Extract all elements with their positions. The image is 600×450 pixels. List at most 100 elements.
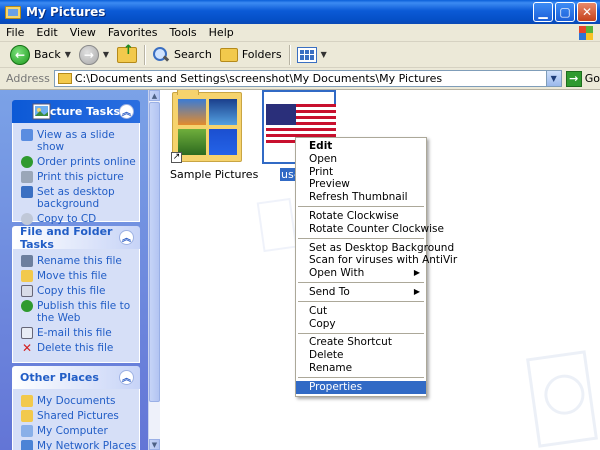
- menu-item-send-to[interactable]: Send To ▶: [296, 286, 426, 299]
- other-places-panel: Other Places ︽ My Documents Shared Pictu…: [12, 366, 140, 450]
- task-print-picture[interactable]: Print this picture: [21, 171, 139, 183]
- address-dropdown-icon[interactable]: ▼: [545, 71, 561, 86]
- menu-bar: File Edit View Favorites Tools Help: [0, 24, 600, 42]
- printer-icon: [21, 171, 33, 183]
- scroll-up-icon[interactable]: ▲: [149, 90, 160, 101]
- menu-tools[interactable]: Tools: [164, 26, 203, 39]
- address-path: C:\Documents and Settings\screenshot\My …: [74, 72, 443, 85]
- task-email-file[interactable]: E-mail this file: [21, 327, 139, 339]
- task-rename-file[interactable]: Rename this file: [21, 255, 139, 267]
- forward-dropdown-icon[interactable]: ▼: [103, 50, 109, 59]
- menu-help[interactable]: Help: [203, 26, 240, 39]
- menu-item-refresh-thumbnail[interactable]: Refresh Thumbnail: [296, 191, 426, 204]
- views-button[interactable]: ▼: [293, 44, 331, 66]
- back-button[interactable]: ← Back ▼: [6, 44, 75, 66]
- address-label: Address: [6, 72, 50, 85]
- close-button[interactable]: ✕: [577, 2, 597, 22]
- watermark-decoration: [526, 350, 598, 448]
- task-view-slideshow[interactable]: View as a slide show: [21, 129, 139, 153]
- menu-item-set-desktop-background[interactable]: Set as Desktop Background: [296, 242, 454, 255]
- go-arrow-icon: →: [565, 70, 582, 87]
- task-pane-scrollbar[interactable]: ▲ ▼: [148, 90, 160, 450]
- task-order-prints[interactable]: Order prints online: [21, 156, 139, 168]
- folder-up-icon: [117, 43, 138, 63]
- thumbnail-frame: ↗: [170, 90, 244, 164]
- task-delete-file[interactable]: ✕ Delete this file: [21, 342, 139, 354]
- menu-item-copy[interactable]: Copy: [296, 318, 426, 331]
- maximize-button[interactable]: ▢: [555, 2, 575, 22]
- task-publish-file[interactable]: Publish this file to the Web: [21, 300, 139, 324]
- back-arrow-icon: ←: [10, 44, 30, 65]
- rename-icon: [21, 255, 33, 267]
- place-my-computer[interactable]: My Computer: [21, 425, 139, 437]
- place-my-documents[interactable]: My Documents: [21, 395, 139, 407]
- menu-item-properties[interactable]: Properties: [296, 380, 426, 394]
- picture-tasks-panel: Picture Tasks ︽ View as a slide show Ord…: [12, 100, 140, 225]
- copy-icon: [21, 285, 33, 297]
- up-folder-button[interactable]: [113, 43, 141, 66]
- menu-item-delete[interactable]: Delete: [296, 349, 426, 362]
- globe-icon: [21, 300, 33, 312]
- collapse-chevron-icon[interactable]: ︽: [119, 104, 134, 119]
- computer-icon: [21, 425, 33, 437]
- move-icon: [21, 270, 33, 282]
- folders-button[interactable]: Folders: [216, 44, 286, 66]
- picture-tasks-header[interactable]: Picture Tasks ︽: [12, 100, 140, 123]
- slideshow-icon: [21, 129, 33, 141]
- views-dropdown-icon[interactable]: ▼: [321, 50, 327, 59]
- menu-separator: [298, 282, 424, 284]
- go-button[interactable]: → Go: [565, 70, 600, 87]
- search-label: Search: [174, 48, 212, 61]
- menu-item-open-with[interactable]: Open With ▶: [296, 267, 426, 280]
- menu-separator: [298, 377, 424, 379]
- shortcut-arrow-icon: ↗: [171, 152, 182, 163]
- scroll-down-icon[interactable]: ▼: [149, 439, 160, 450]
- place-shared-pictures[interactable]: Shared Pictures: [21, 410, 139, 422]
- menu-favorites[interactable]: Favorites: [102, 26, 164, 39]
- title-bar[interactable]: My Pictures ▁ ▢ ✕: [0, 0, 600, 24]
- file-item-sample-pictures[interactable]: ↗ Sample Pictures: [170, 90, 258, 181]
- windows-logo-icon: [578, 25, 594, 41]
- collapse-chevron-icon[interactable]: ︽: [119, 230, 134, 245]
- task-set-desktop-background[interactable]: Set as desktop background: [21, 186, 139, 210]
- menu-item-edit[interactable]: Edit: [296, 140, 426, 153]
- menu-item-rotate-counter-clockwise[interactable]: Rotate Counter Clockwise: [296, 223, 444, 236]
- back-dropdown-icon[interactable]: ▼: [65, 50, 71, 59]
- menu-separator: [298, 332, 424, 334]
- task-move-file[interactable]: Move this file: [21, 270, 139, 282]
- folders-label: Folders: [241, 48, 282, 61]
- menu-item-preview[interactable]: Preview: [296, 178, 426, 191]
- menu-file[interactable]: File: [0, 26, 30, 39]
- folder-pictures-icon: [5, 5, 21, 19]
- cd-icon: [21, 213, 33, 225]
- search-button[interactable]: Search: [148, 44, 216, 66]
- menu-item-rename[interactable]: Rename: [296, 362, 426, 375]
- menu-item-scan-antivir[interactable]: Scan for viruses with AntiVir: [296, 254, 457, 267]
- menu-view[interactable]: View: [64, 26, 102, 39]
- go-label: Go: [584, 72, 600, 85]
- menu-separator: [298, 238, 424, 240]
- task-copy-to-cd[interactable]: Copy to CD: [21, 213, 139, 225]
- window-title: My Pictures: [26, 5, 106, 19]
- place-my-network[interactable]: My Network Places: [21, 440, 139, 450]
- file-folder-tasks-panel: File and Folder Tasks ︽ Rename this file…: [12, 225, 140, 363]
- minimize-button[interactable]: ▁: [533, 2, 553, 22]
- network-icon: [21, 440, 33, 450]
- menu-item-rotate-clockwise[interactable]: Rotate Clockwise: [296, 210, 426, 223]
- menu-item-print[interactable]: Print: [296, 166, 426, 179]
- menu-item-create-shortcut[interactable]: Create Shortcut: [296, 336, 426, 349]
- forward-button[interactable]: → ▼: [75, 44, 113, 66]
- toolbar-separator: [288, 44, 290, 65]
- file-folder-tasks-header[interactable]: File and Folder Tasks ︽: [12, 225, 140, 251]
- collapse-chevron-icon[interactable]: ︽: [119, 370, 134, 385]
- menu-item-open[interactable]: Open: [296, 153, 426, 166]
- menu-item-cut[interactable]: Cut: [296, 305, 426, 318]
- menu-edit[interactable]: Edit: [30, 26, 63, 39]
- other-places-header[interactable]: Other Places ︽: [12, 366, 140, 389]
- scrollbar-thumb[interactable]: [149, 102, 160, 402]
- email-icon: [21, 327, 33, 339]
- watermark-decoration: [256, 197, 298, 253]
- task-copy-file[interactable]: Copy this file: [21, 285, 139, 297]
- address-input[interactable]: C:\Documents and Settings\screenshot\My …: [53, 70, 562, 87]
- toolbar-separator: [144, 44, 146, 65]
